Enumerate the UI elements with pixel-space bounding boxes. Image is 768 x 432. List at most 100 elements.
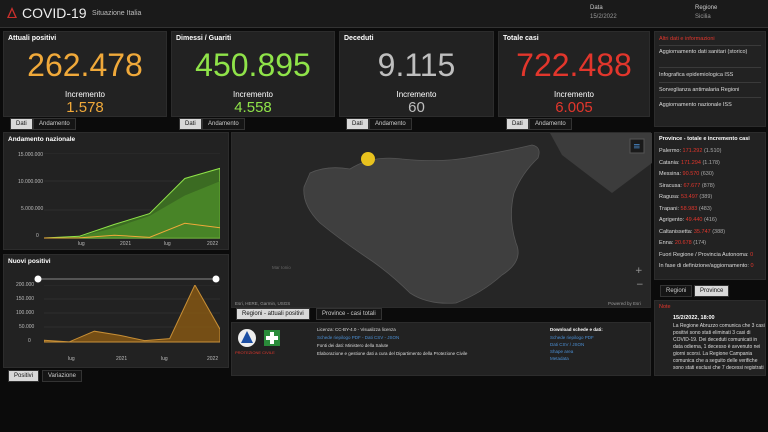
region-select[interactable]: Sicilia xyxy=(695,14,711,20)
app-subtitle: Situazione Italia xyxy=(92,10,142,17)
kpi-increment-label: Incremento xyxy=(553,90,595,99)
date-label: Data xyxy=(590,5,603,11)
kpi-title: Totale casi xyxy=(503,35,539,42)
province-value: 67.677 xyxy=(683,182,701,189)
map-panel[interactable]: ≡ + − Mar Ionio Esri, HERE, Garmin, USGS… xyxy=(231,132,652,309)
y-tick: 5.000.000 xyxy=(21,206,44,212)
x-tick: 2022 xyxy=(207,356,219,362)
elaborazione-text: Elaborazione e gestione dati a cura del … xyxy=(317,351,468,356)
sea-label: Mar Ionio xyxy=(272,265,291,270)
y-tick: 100.000 xyxy=(16,310,35,316)
province-name: Enna: xyxy=(659,240,674,246)
nuovi-positivi-chart-panel: Nuovi positivi 200.000 150.000 100.000 5… xyxy=(3,254,229,368)
tab-dati[interactable]: Dati xyxy=(179,118,202,130)
province-row[interactable]: Siracusa: 67.677 (878) xyxy=(659,183,715,189)
tab-andamento[interactable]: Andamento xyxy=(33,118,76,130)
info-link[interactable]: Infografica epidemiologica ISS xyxy=(659,72,733,78)
download-link[interactable]: Dati CSV / JSON xyxy=(550,342,584,347)
download-link[interactable]: Shape area xyxy=(550,349,573,354)
kpi-increment-value: 6.005 xyxy=(555,99,593,116)
province-name: Agrigento: xyxy=(659,217,685,223)
tab-province[interactable]: Province xyxy=(694,285,730,297)
province-row[interactable]: Enna: 20.678 (174) xyxy=(659,240,706,246)
protezione-civile-logo-icon xyxy=(238,329,256,347)
andamento-chart xyxy=(44,153,220,239)
app-header: COVID-19 Situazione Italia Data 15/2/202… xyxy=(0,0,768,28)
y-tick: 200.000 xyxy=(16,282,35,288)
tab-variazione[interactable]: Variazione xyxy=(42,370,82,382)
region-marker xyxy=(361,152,375,166)
tab-dati[interactable]: Dati xyxy=(10,118,33,130)
health-ministry-logo-icon xyxy=(264,330,280,346)
province-row[interactable]: Ragusa: 53.497 (389) xyxy=(659,194,712,200)
news-date: 15/2/2022, 18:00 xyxy=(673,315,715,321)
province-increment: (388) xyxy=(712,228,726,235)
tab-andamento[interactable]: Andamento xyxy=(369,118,412,130)
series-nuovi-area xyxy=(44,285,220,343)
tab-positivi[interactable]: Positivi xyxy=(8,370,40,382)
province-row[interactable]: Fuori Regione / Provincia Autonoma: 0 xyxy=(659,252,753,258)
x-tick: lug xyxy=(78,241,85,247)
time-slider[interactable] xyxy=(34,275,220,283)
kpi-increment-value: 1.578 xyxy=(66,99,104,116)
download-link[interactable]: Schede riepilogo PDF xyxy=(550,335,594,340)
dati-link[interactable]: Schede riepilogo PDF - Dati CSV - JSON xyxy=(317,335,399,340)
slider-handle-end xyxy=(212,275,220,283)
kpi-value: 722.488 xyxy=(516,47,632,83)
italy-logo-icon xyxy=(7,7,17,18)
tab-regioni-attuali[interactable]: Regioni - attuali positivi xyxy=(236,308,310,320)
kpi-value: 262.478 xyxy=(27,47,143,83)
tab-dati[interactable]: Dati xyxy=(346,118,369,130)
province-row[interactable]: Agrigento: 49.440 (416) xyxy=(659,217,717,223)
chart-title: Andamento nazionale xyxy=(8,136,76,143)
nuovi-positivi-chart xyxy=(44,285,220,343)
zoom-in-icon: + xyxy=(635,266,643,276)
zoom-out-icon: − xyxy=(636,280,644,290)
province-name: In fase di definizione/aggiornamento: xyxy=(659,263,749,269)
info-link[interactable]: Sorveglianza antimalaria Regioni xyxy=(659,87,739,93)
x-tick: lug xyxy=(68,356,75,362)
province-name: Palermo: xyxy=(659,148,682,154)
tab-regioni[interactable]: Regioni xyxy=(660,285,693,297)
province-value: 49.440 xyxy=(685,217,703,223)
province-row[interactable]: Catania: 171.294 (1.178) xyxy=(659,160,720,166)
province-row[interactable]: Palermo: 171.292 (1.510) xyxy=(659,148,721,154)
province-row[interactable]: Messina: 90.570 (630) xyxy=(659,171,714,177)
kpi-title: Attuali positivi xyxy=(8,35,57,42)
province-increment: (416) xyxy=(703,217,717,223)
x-tick: 2021 xyxy=(116,356,128,362)
tab-province-casi[interactable]: Province - casi totali xyxy=(316,308,382,320)
province-value: 0 xyxy=(750,263,754,269)
tab-andamento[interactable]: Andamento xyxy=(529,118,572,130)
province-row[interactable]: In fase di definizione/aggiornamento: 0 xyxy=(659,263,754,269)
licenza-text[interactable]: Licenza: CC-BY-4.0 - Visualizza licenza xyxy=(317,327,396,332)
province-value: 0 xyxy=(750,251,754,258)
y-tick: 0 xyxy=(28,338,31,344)
province-value: 171.292 xyxy=(682,148,703,154)
kpi-increment-label: Incremento xyxy=(396,90,437,99)
info-link[interactable]: Aggiornamento dati sanitari (storico) xyxy=(659,49,763,55)
province-increment: (1.510) xyxy=(703,148,722,154)
y-tick: 0 xyxy=(36,233,39,239)
info-link[interactable]: Aggiornamento nazionale ISS xyxy=(659,102,732,108)
province-row[interactable]: Trapani: 58.983 (483) xyxy=(659,206,712,212)
province-increment: (1.178) xyxy=(702,159,720,166)
kpi-dimessi-guariti: Dimessi / Guariti 450.895 Incremento 4.5… xyxy=(171,31,335,117)
date-value[interactable]: 15/2/2022 xyxy=(590,14,617,20)
download-link[interactable]: Metadata xyxy=(550,356,569,361)
province-row[interactable]: Caltanissetta: 35.747 (388) xyxy=(659,229,725,235)
info-title: Altri dati e informazioni xyxy=(659,36,715,42)
tab-andamento[interactable]: Andamento xyxy=(202,118,245,130)
province-value: 58.983 xyxy=(680,205,698,212)
province-value: 90.570 xyxy=(682,171,700,177)
tab-dati[interactable]: Dati xyxy=(506,118,529,130)
download-title: Download schede e dati: xyxy=(550,327,603,332)
province-name: Messina: xyxy=(659,171,682,177)
kpi-title: Deceduti xyxy=(344,35,374,42)
province-name: Fuori Regione / Provincia Autonoma: xyxy=(659,251,749,258)
info-panel: Altri dati e informazioni Aggiornamento … xyxy=(654,31,766,127)
x-tick: 2022 xyxy=(207,241,219,247)
province-value: 171.294 xyxy=(681,159,701,166)
sicily-map[interactable]: ≡ + − xyxy=(232,133,652,309)
kpi-title: Dimessi / Guariti xyxy=(176,35,232,42)
